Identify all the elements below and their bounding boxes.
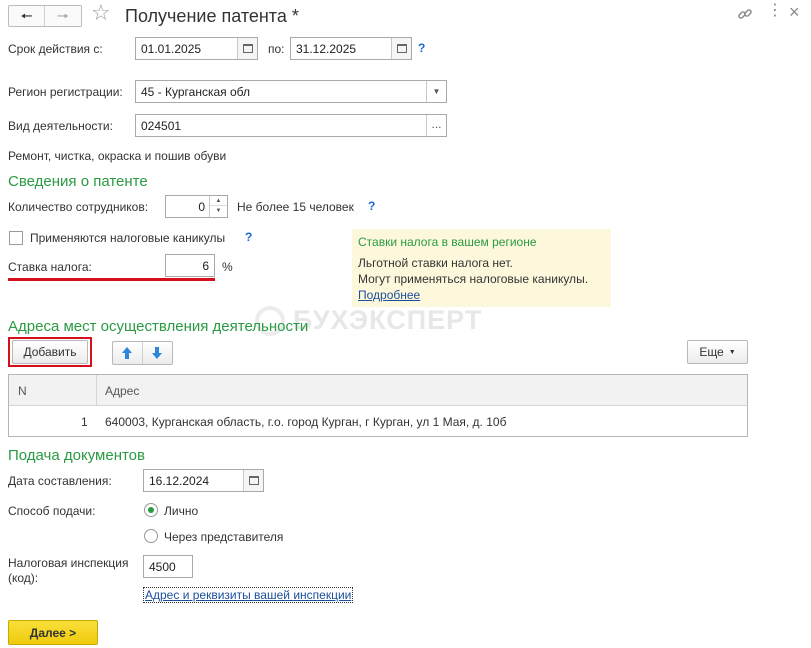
row-number: 1: [81, 415, 88, 429]
calendar-icon: [248, 476, 259, 485]
calendar-button[interactable]: [391, 38, 411, 59]
holidays-checkbox[interactable]: [9, 231, 23, 245]
rate-unit: %: [222, 260, 233, 274]
rate-info-panel: Ставки налога в вашем регионе Льготной с…: [352, 229, 611, 307]
favorite-star-icon[interactable]: ☆: [91, 2, 111, 24]
dropdown-button[interactable]: ▼: [426, 81, 446, 102]
move-up-button[interactable]: [113, 342, 143, 364]
calendar-icon: [396, 44, 407, 53]
region-label: Регион регистрации:: [8, 85, 123, 99]
inspection-label-line1: Налоговая инспекция: [8, 556, 129, 570]
date-value: 16.12.2024: [149, 474, 210, 488]
rate-panel-line1: Льготной ставки налога нет.: [358, 256, 513, 270]
addresses-heading: Адреса мест осуществления деятельности: [8, 318, 309, 335]
rate-panel-line2: Могут применяться налоговые каникулы.: [358, 272, 589, 286]
method-radio-personal[interactable]: [144, 503, 158, 517]
rate-label: Ставка налога:: [8, 260, 92, 274]
method-option-personal: Лично: [164, 504, 199, 518]
next-button-label: Далее >: [29, 625, 77, 640]
submission-heading: Подача документов: [8, 447, 145, 464]
nav-buttons: 🠔 🠖: [8, 5, 82, 27]
rate-value: 6: [202, 259, 209, 273]
stepper-buttons: ▲ ▼: [209, 196, 227, 217]
employees-stepper[interactable]: 0 ▲ ▼: [165, 195, 228, 218]
column-header-n[interactable]: N: [18, 384, 27, 398]
activity-description: Ремонт, чистка, окраска и пошив обуви: [8, 149, 227, 163]
period-to-field[interactable]: 31.12.2025: [290, 37, 412, 60]
patent-info-heading: Сведения о патенте: [8, 173, 148, 190]
page-title: Получение патента *: [125, 6, 299, 26]
more-icon[interactable]: ⋮: [767, 3, 783, 19]
select-button[interactable]: ...: [426, 115, 446, 136]
inspection-label-line2: (код):: [8, 571, 39, 585]
help-icon[interactable]: ?: [368, 199, 375, 213]
dropdown-icon: ▼: [432, 87, 441, 96]
method-radio-representative[interactable]: [144, 529, 158, 543]
forward-arrow-icon: 🠖: [56, 8, 70, 24]
rate-highlight-underline: [8, 278, 215, 281]
arrow-down-icon: [152, 347, 163, 359]
ellipsis-icon: ...: [431, 116, 442, 131]
watermark-text: БУХЭКСПЕРТ: [293, 305, 483, 335]
period-from-value: 01.01.2025: [141, 42, 202, 56]
close-icon[interactable]: ×: [789, 3, 800, 21]
employees-value: 0: [198, 200, 205, 214]
date-field[interactable]: 16.12.2024: [143, 469, 264, 492]
period-to-label: по:: [268, 42, 285, 56]
stepper-down-icon[interactable]: ▼: [210, 206, 227, 216]
help-icon[interactable]: ?: [418, 41, 425, 55]
back-arrow-icon: 🠔: [20, 8, 33, 24]
employees-label: Количество сотрудников:: [8, 200, 149, 214]
period-to-value: 31.12.2025: [296, 42, 357, 56]
period-from-label: Срок действия с:: [8, 42, 103, 56]
rate-panel-title: Ставки налога в вашем регионе: [358, 235, 537, 249]
rate-panel-more-link[interactable]: Подробнее: [358, 288, 420, 302]
region-value: 45 - Курганская обл: [141, 85, 250, 99]
inspection-field[interactable]: 4500: [143, 555, 193, 578]
activity-value: 024501: [141, 119, 182, 133]
help-icon[interactable]: ?: [245, 230, 252, 244]
calendar-icon: [242, 44, 253, 53]
arrow-up-icon: [122, 347, 133, 359]
holidays-label: Применяются налоговые каникулы: [30, 231, 226, 245]
method-label: Способ подачи:: [8, 504, 96, 518]
more-button-label: Еще: [699, 345, 724, 359]
inspection-details-link[interactable]: Адрес и реквизиты вашей инспекции: [143, 587, 354, 603]
method-option-representative: Через представителя: [164, 530, 284, 544]
calendar-button[interactable]: [243, 470, 263, 491]
addresses-table: N Адрес 1 640003, Курганская область, г.…: [8, 374, 748, 437]
link-icon[interactable]: [737, 6, 753, 22]
more-button[interactable]: Еще ▼: [687, 340, 748, 364]
activity-field[interactable]: 024501 ...: [135, 114, 447, 137]
employees-note: Не более 15 человек: [237, 200, 354, 214]
back-button[interactable]: 🠔: [9, 6, 45, 26]
region-select[interactable]: 45 - Курганская обл ▼: [135, 80, 447, 103]
activity-label: Вид деятельности:: [8, 119, 113, 133]
column-header-address[interactable]: Адрес: [105, 384, 139, 398]
next-button[interactable]: Далее >: [8, 620, 98, 645]
period-from-field[interactable]: 01.01.2025: [135, 37, 258, 60]
stepper-up-icon[interactable]: ▲: [210, 196, 227, 206]
table-header: N Адрес: [9, 375, 747, 406]
rate-field[interactable]: 6: [165, 254, 215, 277]
forward-button[interactable]: 🠖: [45, 6, 81, 26]
calendar-button[interactable]: [237, 38, 257, 59]
column-divider: [96, 375, 97, 406]
row-address: 640003, Курганская область, г.о. город К…: [105, 415, 507, 429]
move-buttons: [112, 341, 173, 365]
dropdown-icon: ▼: [728, 348, 736, 356]
date-label: Дата составления:: [8, 474, 112, 488]
move-down-button[interactable]: [143, 342, 172, 364]
radio-dot: [148, 507, 154, 513]
inspection-value: 4500: [149, 560, 176, 574]
add-highlight-box: [8, 337, 92, 367]
table-row[interactable]: 1 640003, Курганская область, г.о. город…: [9, 407, 747, 436]
